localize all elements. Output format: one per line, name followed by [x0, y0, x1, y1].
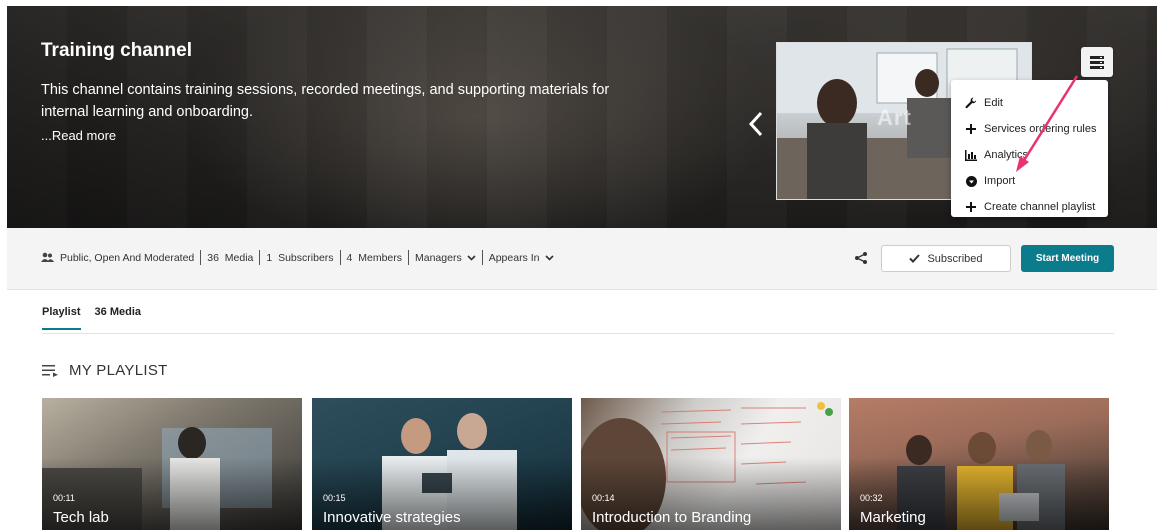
subscribers-label: Subscribers — [278, 251, 334, 264]
tab-playlist[interactable]: Playlist — [42, 306, 81, 330]
media-count: 36 — [207, 251, 219, 264]
media-label: Media — [224, 251, 254, 264]
channel-title: Training channel — [41, 40, 192, 61]
chevron-down-icon — [544, 253, 554, 263]
start-meeting-button[interactable]: Start Meeting — [1021, 245, 1114, 272]
playlist-icon — [42, 365, 58, 377]
channel-description: This channel contains training sessions,… — [41, 82, 610, 120]
channel-meta: Public, Open And Moderated 36 Media 1 Su… — [41, 250, 554, 265]
menu-item-label: Services ordering rules — [984, 123, 1097, 135]
read-more-link[interactable]: ...Read more — [41, 128, 116, 143]
media-duration: 00:14 — [592, 493, 615, 503]
channel-hero: Training channel This channel contains t… — [7, 6, 1157, 228]
menu-item-analytics[interactable]: Analytics — [951, 142, 1108, 168]
plus-icon — [965, 201, 977, 213]
channel-page: Training channel This channel contains t… — [0, 0, 1164, 530]
subscribed-button[interactable]: Subscribed — [881, 245, 1011, 272]
channel-tabs: Playlist 36 Media — [42, 306, 155, 330]
menu-item-label: Import — [984, 175, 1016, 187]
members-label: Members — [358, 251, 402, 264]
tab-media[interactable]: 36 Media — [95, 306, 141, 330]
managers-dropdown[interactable]: Managers — [415, 252, 476, 264]
media-title: Introduction to Branding — [592, 509, 752, 526]
subscribed-label: Subscribed — [927, 252, 983, 265]
chevron-down-icon — [467, 253, 476, 263]
menu-item-services-ordering-rules[interactable]: Services ordering rules — [951, 116, 1108, 142]
channel-actions-button[interactable] — [1081, 47, 1113, 77]
media-duration: 00:32 — [860, 493, 883, 503]
menu-item-label: Analytics — [984, 149, 1029, 161]
media-title: Innovative strategies — [323, 509, 461, 526]
media-title: Tech lab — [53, 509, 109, 526]
media-card[interactable]: 00:11 Tech lab — [42, 398, 302, 530]
channel-actions-menu: Edit Services ordering rules Analytics I… — [951, 80, 1108, 217]
import-icon — [965, 175, 977, 187]
plus-icon — [965, 123, 977, 135]
bar-chart-icon — [965, 149, 977, 161]
members-count: 4 — [346, 251, 353, 264]
menu-item-label: Edit — [984, 97, 1003, 109]
appears-in-label: Appears In — [488, 251, 540, 264]
playlist-heading: MY PLAYLIST — [42, 362, 168, 379]
tabs-divider — [42, 333, 1114, 334]
channel-info-bar: Public, Open And Moderated 36 Media 1 Su… — [7, 228, 1157, 290]
media-card[interactable]: 00:15 Innovative strategies — [312, 398, 572, 530]
privacy-label: Public, Open And Moderated — [60, 251, 195, 264]
media-duration: 00:11 — [53, 493, 75, 503]
menu-item-edit[interactable]: Edit — [951, 90, 1108, 116]
users-icon — [41, 252, 54, 263]
subscribers-count: 1 — [266, 251, 273, 264]
media-card[interactable]: 00:14 Introduction to Branding — [581, 398, 841, 530]
playlist-heading-text: MY PLAYLIST — [69, 362, 168, 379]
managers-label: Managers — [415, 251, 462, 264]
menu-item-create-channel-playlist[interactable]: Create channel playlist — [951, 194, 1108, 220]
menu-item-label: Create channel playlist — [984, 201, 1096, 213]
wrench-icon — [965, 97, 977, 109]
thumbnail-watermark: Art — [877, 105, 912, 130]
appears-in-dropdown[interactable]: Appears In — [489, 252, 554, 264]
chevron-left-icon[interactable] — [747, 109, 765, 139]
media-title: Marketing — [860, 509, 926, 526]
share-icon[interactable] — [854, 251, 868, 265]
server-menu-icon — [1090, 56, 1104, 69]
media-duration: 00:15 — [323, 493, 346, 503]
check-icon — [909, 252, 921, 266]
media-card[interactable]: 00:32 Marketing — [849, 398, 1109, 530]
menu-item-import[interactable]: Import — [951, 168, 1108, 194]
